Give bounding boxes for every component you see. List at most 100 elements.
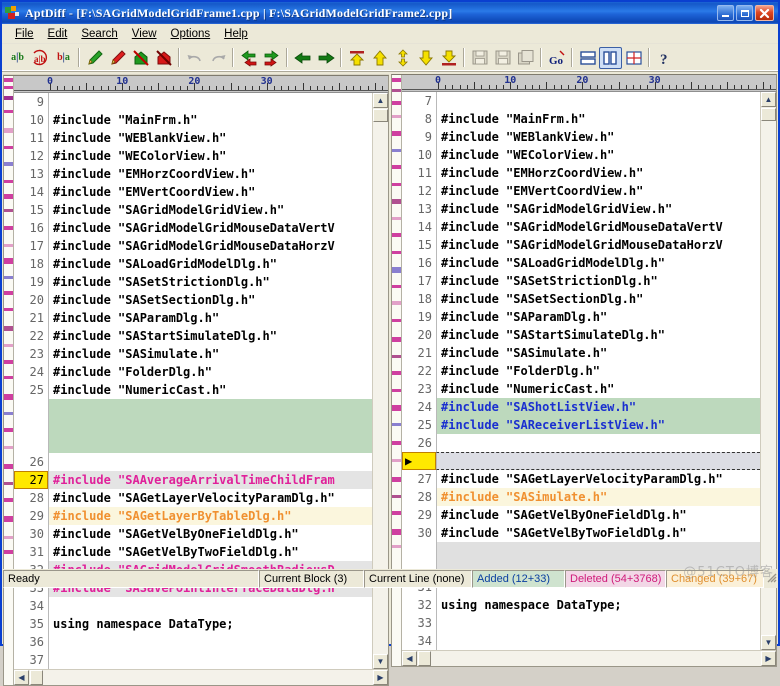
code-line[interactable]: 9#include "WEBlankView.h" <box>402 128 760 146</box>
scroll-track-h[interactable] <box>431 651 761 666</box>
code-line[interactable] <box>14 417 372 435</box>
code-line[interactable]: 16#include "SAGridModelGridMouseDataVert… <box>14 219 372 237</box>
code-line[interactable]: 13#include "EMHorzCoordView.h" <box>14 165 372 183</box>
code-line[interactable]: 20#include "SAStartSimulateDlg.h" <box>402 326 760 344</box>
edit-right-pencil-icon[interactable] <box>106 47 129 69</box>
line-text[interactable]: #include "SAGridModelGridView.h" <box>436 200 760 218</box>
line-text[interactable]: #include "SASimulate.h" <box>48 345 372 363</box>
line-text[interactable] <box>48 633 372 651</box>
code-line[interactable]: 16#include "SALoadGridModelDlg.h" <box>402 254 760 272</box>
code-line[interactable]: 11#include "WEBlankView.h" <box>14 129 372 147</box>
line-text[interactable]: #include "SAGetVelByTwoFieldDlg.h" <box>436 524 760 542</box>
line-text[interactable]: #include "SAParamDlg.h" <box>436 308 760 326</box>
view-grid-layout-icon[interactable] <box>622 47 645 69</box>
menu-file[interactable]: File <box>8 26 41 42</box>
code-line[interactable]: 10#include "MainFrm.h" <box>14 111 372 129</box>
line-text[interactable]: #include "SASetStrictionDlg.h" <box>436 272 760 290</box>
code-line[interactable]: 34 <box>14 597 372 615</box>
line-text[interactable]: #include "SAGetVelByOneFieldDlg.h" <box>48 525 372 543</box>
scroll-right-icon[interactable]: ▶ <box>761 651 776 666</box>
line-text[interactable]: #include "SAStartSimulateDlg.h" <box>48 327 372 345</box>
line-text[interactable]: #include "MainFrm.h" <box>48 111 372 129</box>
scroll-up-icon[interactable]: ▲ <box>761 92 776 107</box>
code-line[interactable]: 13#include "SAGridModelGridView.h" <box>402 200 760 218</box>
line-text[interactable]: #include "SAStartSimulateDlg.h" <box>436 326 760 344</box>
menu-options[interactable]: Options <box>164 26 218 42</box>
next-block-arrow-right-icon[interactable] <box>314 47 337 69</box>
code-line[interactable]: 19#include "SASetStrictionDlg.h" <box>14 273 372 291</box>
help-question-icon[interactable]: ? <box>653 47 676 69</box>
code-line[interactable] <box>402 542 760 560</box>
line-text[interactable] <box>48 651 372 669</box>
compare-ab-refresh-icon[interactable]: a|b <box>29 47 52 69</box>
no-edit-left-icon[interactable] <box>129 47 152 69</box>
code-line[interactable]: 12#include "WEColorView.h" <box>14 147 372 165</box>
code-line[interactable]: 17#include "SAGridModelGridMouseDataHorz… <box>14 237 372 255</box>
code-line[interactable]: 25#include "NumericCast.h" <box>14 381 372 399</box>
scroll-down-icon[interactable]: ▼ <box>761 635 776 650</box>
code-line[interactable]: 23#include "SASimulate.h" <box>14 345 372 363</box>
menu-edit[interactable]: Edit <box>41 26 75 42</box>
line-text[interactable]: using namespace DataType; <box>48 615 372 633</box>
code-line[interactable]: 19#include "SAParamDlg.h" <box>402 308 760 326</box>
code-line[interactable] <box>14 435 372 453</box>
line-text[interactable]: #include "NumericCast.h" <box>48 381 372 399</box>
line-text[interactable]: #include "WEColorView.h" <box>48 147 372 165</box>
line-text[interactable] <box>436 434 760 452</box>
line-text[interactable] <box>436 542 760 560</box>
right-vertical-scrollbar[interactable]: ▲ ▼ <box>760 92 776 650</box>
code-line[interactable]: 24#include "SAShotListView.h" <box>402 398 760 416</box>
line-text[interactable]: #include "SAAverageArrivalTimeChildFram <box>48 471 372 489</box>
code-line[interactable]: 22#include "FolderDlg.h" <box>402 362 760 380</box>
first-difference-up-top-icon[interactable] <box>345 47 368 69</box>
code-line[interactable]: 22#include "SAStartSimulateDlg.h" <box>14 327 372 345</box>
code-line[interactable]: 14#include "EMVertCoordView.h" <box>14 183 372 201</box>
code-line[interactable]: 30#include "SAGetVelByTwoFieldDlg.h" <box>402 524 760 542</box>
line-text[interactable]: #include "SAGridModelGridMouseDataHorzV <box>436 236 760 254</box>
view-vertical-layout-icon[interactable] <box>599 47 622 69</box>
line-text[interactable] <box>48 93 372 111</box>
code-line[interactable]: 20#include "SASetSectionDlg.h" <box>14 291 372 309</box>
line-text[interactable]: #include "WEBlankView.h" <box>436 128 760 146</box>
line-text[interactable]: #include "SALoadGridModelDlg.h" <box>48 255 372 273</box>
right-horizontal-scrollbar[interactable]: ◀ ▶ <box>402 650 776 666</box>
line-text[interactable]: #include "SAGridModelGridMouseDataHorzV <box>48 237 372 255</box>
code-line[interactable]: 32using namespace DataType; <box>402 596 760 614</box>
code-line[interactable]: 36 <box>14 633 372 651</box>
line-text[interactable] <box>48 399 372 417</box>
code-line[interactable]: 12#include "EMVertCoordView.h" <box>402 182 760 200</box>
next-difference-double-icon[interactable] <box>391 47 414 69</box>
view-horizontal-layout-icon[interactable] <box>576 47 599 69</box>
scroll-track-h[interactable] <box>43 670 373 685</box>
line-text[interactable] <box>48 453 372 471</box>
code-line[interactable]: 26 <box>14 453 372 471</box>
scroll-down-icon[interactable]: ▼ <box>373 654 388 669</box>
code-line[interactable]: 33 <box>402 614 760 632</box>
line-text[interactable]: #include "SAGridModelGridView.h" <box>48 201 372 219</box>
line-text[interactable]: #include "SAParamDlg.h" <box>48 309 372 327</box>
code-line[interactable]: 15#include "SAGridModelGridMouseDataHorz… <box>402 236 760 254</box>
code-line[interactable]: 24#include "FolderDlg.h" <box>14 363 372 381</box>
line-text[interactable]: #include "SASetSectionDlg.h" <box>436 290 760 308</box>
line-text[interactable]: #include "SAGetLayerVelocityParamDlg.h" <box>48 489 372 507</box>
code-line[interactable]: 21#include "SAParamDlg.h" <box>14 309 372 327</box>
code-line[interactable]: 8#include "MainFrm.h" <box>402 110 760 128</box>
line-text[interactable]: #include "FolderDlg.h" <box>436 362 760 380</box>
code-line[interactable]: 28#include "SAGetLayerVelocityParamDlg.h… <box>14 489 372 507</box>
scroll-thumb[interactable] <box>761 108 776 121</box>
code-line[interactable]: 34 <box>402 632 760 650</box>
line-text[interactable] <box>436 452 760 470</box>
menu-view[interactable]: View <box>125 26 164 42</box>
line-text[interactable]: #include "SAShotListView.h" <box>436 398 760 416</box>
code-line[interactable]: 15#include "SAGridModelGridView.h" <box>14 201 372 219</box>
line-text[interactable]: #include "EMHorzCoordView.h" <box>48 165 372 183</box>
code-line[interactable]: 31#include "SAGetVelByTwoFieldDlg.h" <box>14 543 372 561</box>
code-line[interactable]: 28#include "SASimulate.h" <box>402 488 760 506</box>
code-line[interactable]: 10#include "WEColorView.h" <box>402 146 760 164</box>
left-horizontal-scrollbar[interactable]: ◀ ▶ <box>14 669 388 685</box>
line-text[interactable]: #include "SALoadGridModelDlg.h" <box>436 254 760 272</box>
scroll-thumb-h[interactable] <box>30 670 43 685</box>
line-text[interactable]: #include "SASetStrictionDlg.h" <box>48 273 372 291</box>
code-line[interactable]: 37 <box>14 651 372 669</box>
code-line[interactable]: 25#include "SAReceiverListView.h" <box>402 416 760 434</box>
